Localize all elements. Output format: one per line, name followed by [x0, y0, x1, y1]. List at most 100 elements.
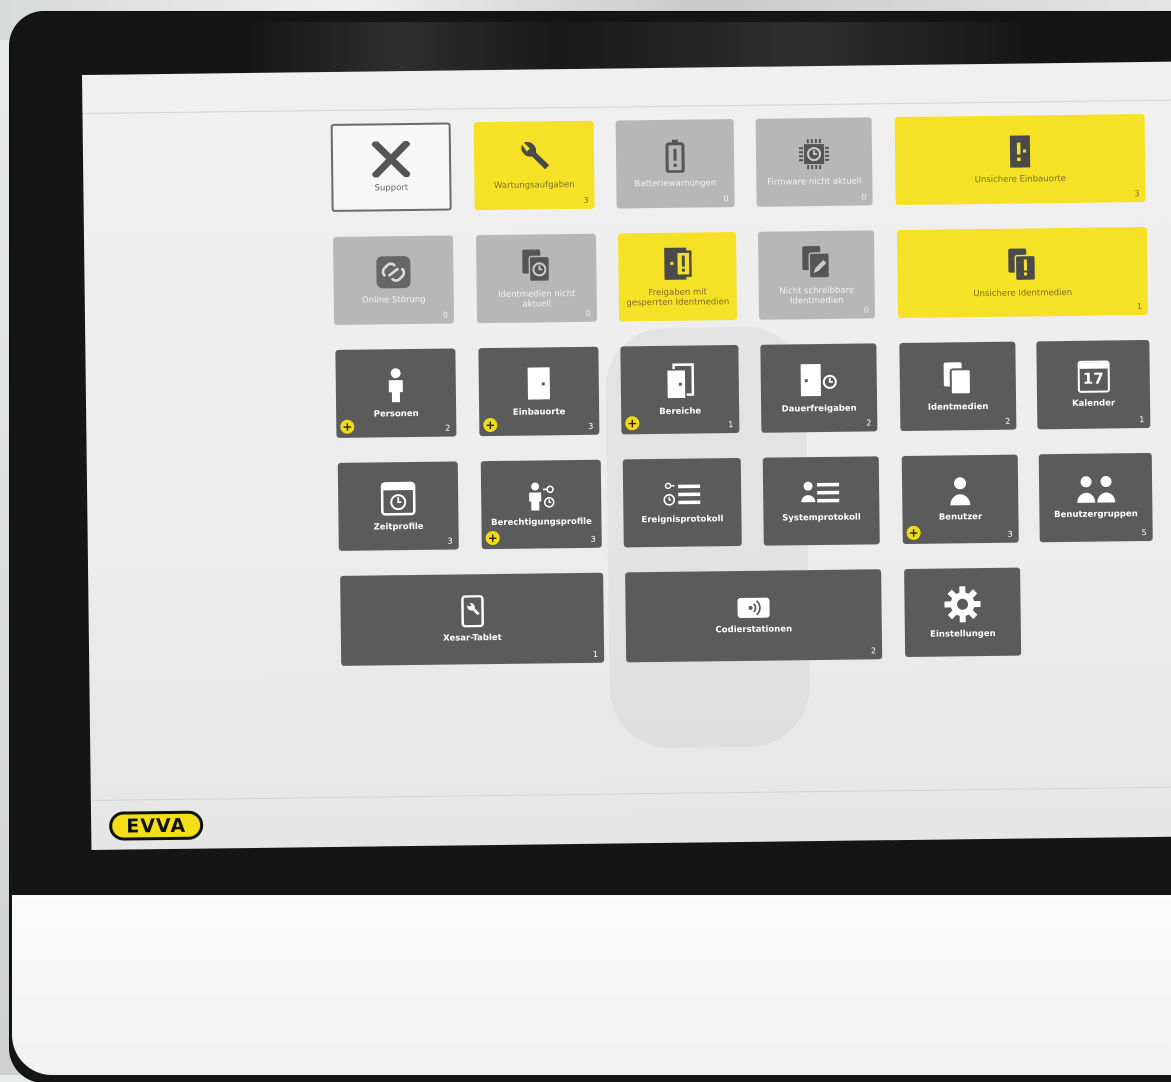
- screen: Support Wartungsaufgaben 3 Batteriewarnu…: [82, 61, 1171, 850]
- footer-divider: [90, 786, 1171, 801]
- tile-count: 0: [585, 308, 592, 318]
- monitor-chin: [12, 895, 1171, 1075]
- tile-identmedien-nicht-aktuell[interactable]: Identmedien nicht aktuell 0: [475, 233, 598, 324]
- tile-xesar-tablet[interactable]: Xesar-Tablet 1: [340, 572, 605, 666]
- event-log-icon: [663, 482, 701, 506]
- tile-label: Online Störung: [361, 294, 426, 306]
- tile-label: Personen: [373, 408, 419, 420]
- tile-count: 3: [583, 195, 589, 205]
- tile-label: Systemprotokoll: [782, 512, 861, 524]
- cards-pencil-icon: [802, 245, 831, 279]
- person-key-icon: [529, 482, 555, 511]
- tile-label: Identmedien nicht aktuell: [497, 288, 576, 310]
- tile-firmware-nicht-aktuell[interactable]: Firmware nicht aktuell 0: [755, 117, 873, 207]
- tile-label: Kalender: [1071, 398, 1116, 409]
- tile-codierstationen[interactable]: Codierstationen 2: [625, 569, 883, 663]
- tile-einstellungen[interactable]: Einstellungen: [904, 567, 1022, 657]
- gear-icon: [944, 586, 981, 623]
- add-person-button[interactable]: +: [340, 419, 355, 434]
- tile-support[interactable]: Support: [330, 122, 452, 212]
- tile-benutzergruppen[interactable]: Benutzergruppen 5: [1038, 452, 1153, 543]
- tile-count: 2: [445, 423, 451, 433]
- tile-count: 3: [447, 536, 453, 546]
- door-exclamation-icon: [664, 247, 692, 280]
- tile-benutzer[interactable]: Benutzer 3 +: [901, 454, 1019, 545]
- tile-ereignisprotokoll[interactable]: Ereignisprotokoll: [622, 457, 742, 548]
- tile-label: Support: [374, 182, 409, 194]
- tile-label: Unsichere Identmedien: [973, 287, 1073, 300]
- chip-icon: [798, 138, 830, 170]
- tile-zeitprofile[interactable]: Zeitprofile 3: [337, 461, 459, 551]
- cards-warning-icon: [1008, 248, 1037, 282]
- tile-batteriewarnungen[interactable]: Batteriewarnungen 0: [615, 119, 735, 209]
- close-x-icon: [371, 140, 411, 178]
- tile-label: Wartungsaufgaben: [493, 179, 575, 191]
- tile-count: 2: [870, 646, 877, 656]
- tile-dauerfreigaben[interactable]: Dauerfreigaben 2: [760, 343, 878, 433]
- tile-label: Codierstationen: [715, 624, 793, 636]
- add-bereich-button[interactable]: +: [625, 416, 640, 431]
- evva-logo: EVVA: [109, 810, 204, 841]
- door-warning-icon: [1009, 135, 1031, 168]
- tile-label: Nicht schreibbare Identmedien: [779, 285, 855, 307]
- tile-identmedien[interactable]: Identmedien 2: [899, 341, 1017, 432]
- tile-label: Batteriewarnungen: [634, 178, 717, 190]
- tile-label: Dauerfreigaben: [781, 403, 857, 415]
- coding-station-icon: [737, 597, 770, 618]
- tile-label: Ereignisprotokoll: [641, 514, 724, 526]
- tile-count: 1: [1139, 415, 1145, 425]
- tile-berechtigungsprofile[interactable]: Berechtigungsprofile 3 +: [480, 459, 602, 550]
- tile-online-stoerung[interactable]: Online Störung 0: [332, 235, 455, 325]
- tile-count: 1: [1136, 302, 1142, 312]
- door-icon: [527, 367, 550, 400]
- tile-label: Einstellungen: [930, 628, 996, 640]
- tile-count: 3: [590, 534, 596, 544]
- calendar-icon: 17: [1077, 360, 1110, 393]
- tile-count: 0: [863, 305, 869, 315]
- tile-label: Bereiche: [659, 406, 702, 417]
- add-einbauort-button[interactable]: +: [483, 417, 498, 433]
- tile-unsichere-einbauorte[interactable]: Unsichere Einbauorte 3: [894, 114, 1146, 206]
- tile-label: Firmware nicht aktuell: [767, 176, 862, 188]
- tile-label: Berechtigungsprofile: [491, 516, 592, 528]
- tile-count: 1: [592, 649, 599, 659]
- tile-unsichere-identmedien[interactable]: Unsichere Identmedien 1: [896, 227, 1149, 319]
- door-clock-icon: [800, 363, 837, 397]
- tile-label: Benutzergruppen: [1054, 509, 1138, 521]
- tile-einbauorte[interactable]: Einbauorte 3 +: [478, 346, 600, 437]
- system-log-icon: [801, 481, 840, 503]
- add-benutzer-button[interactable]: +: [906, 525, 921, 540]
- header-divider: [82, 99, 1171, 114]
- tile-label: Einbauorte: [512, 407, 566, 418]
- tile-wartungsaufgaben[interactable]: Wartungsaufgaben 3: [473, 120, 595, 211]
- tile-label: Freigaben mit gesperrten Identmedien: [626, 287, 730, 309]
- tile-label: Xesar-Tablet: [443, 632, 502, 644]
- tablet-wrench-icon: [460, 595, 484, 628]
- tile-count: 3: [1007, 529, 1013, 539]
- tile-count: 2: [1005, 416, 1011, 426]
- tile-label: Identmedien: [927, 401, 989, 413]
- cards-icon: [943, 362, 972, 396]
- tile-kalender[interactable]: 17 Kalender 1: [1036, 339, 1151, 430]
- user-group-icon: [1076, 475, 1115, 503]
- person-icon: [388, 368, 403, 403]
- tile-label: Zeitprofile: [373, 521, 424, 533]
- tile-personen[interactable]: Personen 2 +: [335, 348, 457, 438]
- add-berechtigungsprofil-button[interactable]: +: [485, 530, 500, 546]
- calendar-day: 17: [1082, 369, 1104, 388]
- tile-count: 3: [588, 421, 594, 431]
- tile-count: 3: [1134, 189, 1140, 199]
- tile-count: 0: [442, 310, 449, 320]
- battery-warning-icon: [665, 139, 685, 173]
- tile-systemprotokoll[interactable]: Systemprotokoll: [762, 456, 880, 546]
- tile-nicht-schreibbare-identmedien[interactable]: Nicht schreibbare Identmedien 0: [757, 230, 876, 320]
- tile-count: 0: [723, 194, 729, 204]
- tile-freigaben-gesperrte-identmedien[interactable]: Freigaben mit gesperrten Identmedien: [617, 232, 738, 322]
- tile-label: Benutzer: [938, 511, 983, 523]
- tile-label: Unsichere Einbauorte: [974, 173, 1067, 186]
- wrench-icon: [521, 141, 550, 170]
- user-icon: [950, 477, 971, 506]
- tile-count: 5: [1141, 528, 1147, 538]
- cards-clock-icon: [522, 249, 551, 283]
- tile-bereiche[interactable]: Bereiche 1 +: [620, 345, 740, 435]
